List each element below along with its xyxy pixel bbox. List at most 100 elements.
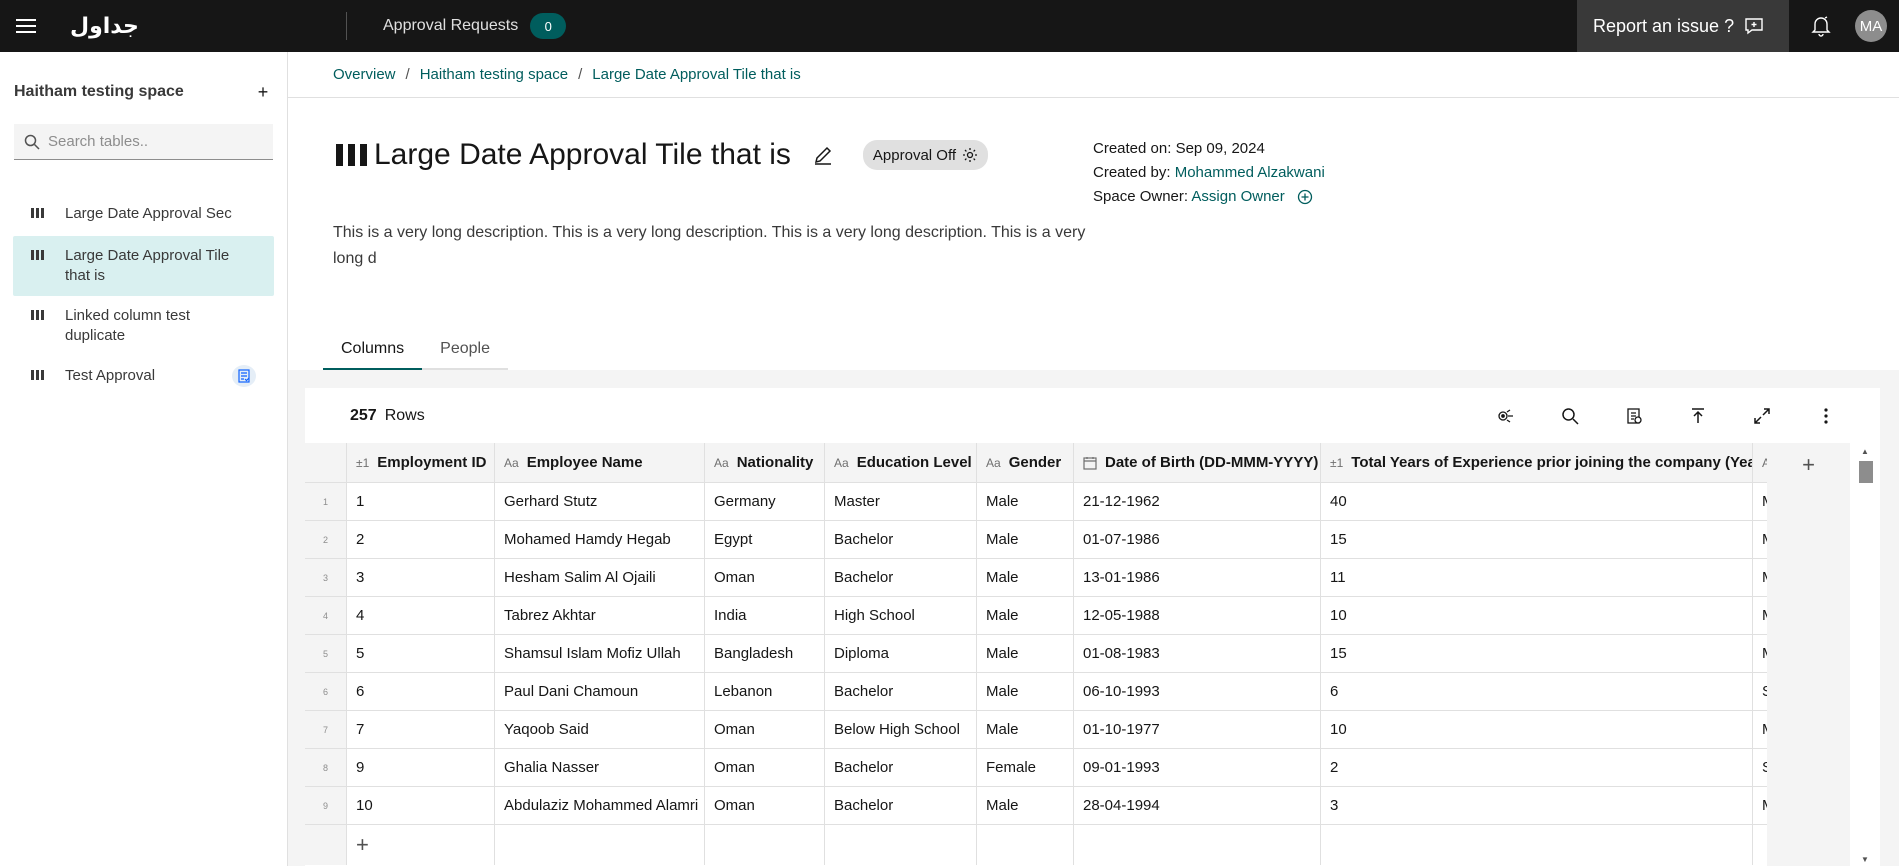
table-cell[interactable]: 5 — [347, 635, 495, 672]
table-cell[interactable]: Male — [977, 673, 1074, 710]
table-cell[interactable]: 9 — [347, 749, 495, 786]
table-cell[interactable]: Oman — [705, 749, 825, 786]
scroll-up-arrow[interactable]: ▲ — [1861, 447, 1869, 456]
add-circle-icon[interactable] — [1297, 189, 1313, 205]
column-header[interactable]: ±1 Total Years of Experience prior joinin… — [1321, 443, 1753, 482]
table-cell[interactable]: Bachelor — [825, 559, 977, 596]
table-cell[interactable]: 7 — [347, 711, 495, 748]
table-row[interactable]: 5 5 Shamsul Islam Mofiz Ullah Bangladesh Dip… — [305, 635, 1850, 673]
table-cell[interactable]: Master — [825, 483, 977, 520]
column-header[interactable]: Aa Employee Name — [495, 443, 705, 482]
table-cell[interactable]: Male — [977, 711, 1074, 748]
table-cell[interactable]: Female — [977, 749, 1074, 786]
export-button[interactable] — [1666, 396, 1730, 436]
table-cell[interactable]: 6 — [1321, 673, 1753, 710]
table-row[interactable]: 2 2 Mohamed Hamdy Hegab Egypt Bachelor Male 01… — [305, 521, 1850, 559]
history-button[interactable] — [1602, 396, 1666, 436]
scroll-down-arrow[interactable]: ▼ — [1861, 855, 1869, 864]
table-cell[interactable]: 21-12-1962 — [1074, 483, 1321, 520]
table-cell[interactable]: Hesham Salim Al Ojaili — [495, 559, 705, 596]
table-cell[interactable]: S — [1753, 673, 1768, 710]
table-cell[interactable]: 6 — [347, 673, 495, 710]
table-row[interactable]: 4 4 Tabrez Akhtar India High School Male 12-05… — [305, 597, 1850, 635]
table-cell[interactable]: Bachelor — [825, 673, 977, 710]
column-header[interactable]: Aa Education Level — [825, 443, 977, 482]
table-cell[interactable]: 01-08-1983 — [1074, 635, 1321, 672]
tab-columns[interactable]: Columns — [323, 330, 423, 370]
table-cell[interactable]: 28-04-1994 — [1074, 787, 1321, 824]
breadcrumb-overview[interactable]: Overview — [333, 66, 396, 83]
table-cell[interactable]: 06-10-1993 — [1074, 673, 1321, 710]
table-cell[interactable]: M — [1753, 787, 1768, 824]
table-cell[interactable]: Bachelor — [825, 749, 977, 786]
table-row[interactable]: 8 9 Ghalia Nasser Oman Bachelor Female 09-01-1… — [305, 749, 1850, 787]
menu-icon[interactable] — [0, 0, 52, 52]
table-cell[interactable]: Male — [977, 483, 1074, 520]
table-cell[interactable]: Yaqoob Said — [495, 711, 705, 748]
table-cell[interactable]: Germany — [705, 483, 825, 520]
table-cell[interactable]: Oman — [705, 559, 825, 596]
table-cell[interactable]: 11 — [1321, 559, 1753, 596]
notifications-button[interactable] — [1789, 0, 1853, 52]
table-cell[interactable]: 01-10-1977 — [1074, 711, 1321, 748]
sidebar-item-linked-column-test[interactable]: Linked column test duplicate — [13, 296, 274, 356]
created-by-link[interactable]: Mohammed Alzakwani — [1175, 164, 1325, 181]
column-header[interactable]: Date of Birth (DD-MMM-YYYY) — [1074, 443, 1321, 482]
table-cell[interactable]: 3 — [1321, 787, 1753, 824]
table-cell[interactable]: Oman — [705, 711, 825, 748]
approval-status-toggle[interactable]: Approval Off — [862, 140, 989, 170]
report-issue-button[interactable]: Report an issue ? — [1577, 0, 1789, 52]
table-cell[interactable]: 2 — [1321, 749, 1753, 786]
table-cell[interactable]: Oman — [705, 787, 825, 824]
table-cell[interactable]: Tabrez Akhtar — [495, 597, 705, 634]
table-cell[interactable]: 40 — [1321, 483, 1753, 520]
table-cell[interactable]: Bachelor — [825, 521, 977, 558]
table-cell[interactable]: 09-01-1993 — [1074, 749, 1321, 786]
table-row[interactable]: 9 10 Abdulaziz Mohammed Alamri Oman Bachelor… — [305, 787, 1850, 825]
table-row[interactable]: 6 6 Paul Dani Chamoun Lebanon Bachelor Male 06… — [305, 673, 1850, 711]
scroll-thumb[interactable] — [1859, 461, 1873, 483]
column-header[interactable]: Aa Nationality — [705, 443, 825, 482]
app-logo[interactable]: جداول — [70, 14, 290, 39]
table-cell[interactable]: 3 — [347, 559, 495, 596]
tab-people[interactable]: People — [422, 330, 508, 370]
table-cell[interactable]: Male — [977, 559, 1074, 596]
table-cell[interactable]: 4 — [347, 597, 495, 634]
sidebar-item-large-date-approval-sec[interactable]: Large Date Approval Sec — [13, 194, 274, 236]
breadcrumb-current[interactable]: Large Date Approval Tile that is — [592, 66, 800, 83]
edit-icon[interactable] — [813, 145, 833, 165]
table-cell[interactable]: Diploma — [825, 635, 977, 672]
table-cell[interactable]: Male — [977, 597, 1074, 634]
table-row[interactable]: 3 3 Hesham Salim Al Ojaili Oman Bachelor Male… — [305, 559, 1850, 597]
breadcrumb-space[interactable]: Haitham testing space — [420, 66, 568, 83]
table-cell[interactable]: 2 — [347, 521, 495, 558]
search-table-button[interactable] — [1538, 396, 1602, 436]
table-cell[interactable]: Abdulaziz Mohammed Alamri — [495, 787, 705, 824]
table-cell[interactable]: Below High School — [825, 711, 977, 748]
sidebar-item-large-date-approval-tile[interactable]: Large Date Approval Tile that is — [13, 236, 274, 296]
table-cell[interactable]: Male — [977, 635, 1074, 672]
table-cell[interactable]: Bangladesh — [705, 635, 825, 672]
table-cell[interactable]: M — [1753, 711, 1768, 748]
table-cell[interactable]: Male — [977, 787, 1074, 824]
table-cell[interactable]: 01-07-1986 — [1074, 521, 1321, 558]
table-cell[interactable]: M — [1753, 521, 1768, 558]
table-cell[interactable]: India — [705, 597, 825, 634]
column-header[interactable]: A — [1753, 443, 1768, 482]
table-cell[interactable]: Mohamed Hamdy Hegab — [495, 521, 705, 558]
user-avatar[interactable]: MA — [1855, 10, 1887, 42]
table-cell[interactable]: 10 — [1321, 711, 1753, 748]
ai-assist-button[interactable] — [1474, 396, 1538, 436]
table-cell[interactable]: M — [1753, 483, 1768, 520]
more-options-button[interactable] — [1794, 396, 1858, 436]
table-cell[interactable]: Male — [977, 521, 1074, 558]
table-cell[interactable]: 10 — [1321, 597, 1753, 634]
table-cell[interactable]: M — [1753, 597, 1768, 634]
table-cell[interactable]: 1 — [347, 483, 495, 520]
table-cell[interactable]: 10 — [347, 787, 495, 824]
table-cell[interactable]: Lebanon — [705, 673, 825, 710]
table-row[interactable]: 7 7 Yaqoob Said Oman Below High School Male 01… — [305, 711, 1850, 749]
table-cell[interactable]: M — [1753, 559, 1768, 596]
vertical-scrollbar[interactable]: ▲ ▼ — [1850, 443, 1880, 866]
table-cell[interactable]: S — [1753, 749, 1768, 786]
